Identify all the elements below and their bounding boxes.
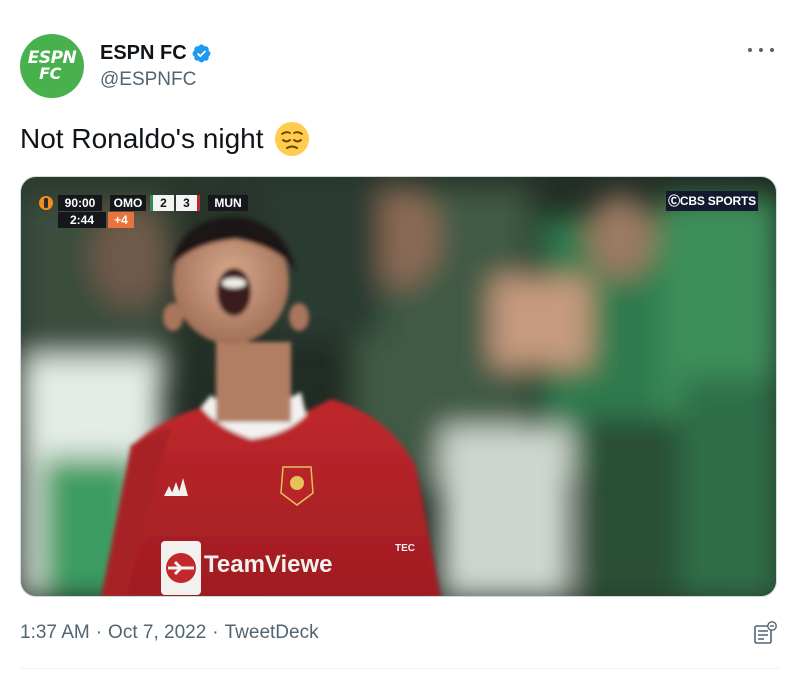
stoppage-clock: 2:44 [58, 212, 106, 228]
match-clock: 90:00 [58, 195, 102, 211]
away-team-code: MUN [208, 195, 248, 211]
more-dot-icon [770, 48, 774, 52]
tweet-source[interactable]: TweetDeck [225, 622, 319, 643]
avatar-text-fc: FC [39, 64, 61, 83]
more-dot-icon [748, 48, 752, 52]
away-score: 3 [176, 195, 200, 211]
pensive-face-emoji-icon [274, 122, 309, 156]
home-team-code: OMO [110, 195, 146, 211]
more-dot-icon [759, 48, 763, 52]
broadcaster-logo: ⒸCBS SPORTS [666, 191, 758, 211]
sleeve-text: TEC [395, 543, 415, 554]
author-avatar[interactable]: ESPN FC [20, 34, 84, 98]
author-display-name-row[interactable]: ESPN FC [100, 40, 212, 66]
competition-logo-icon [39, 196, 53, 210]
tweet-metadata: 1:37 AM · Oct 7, 2022 · TweetDeck [20, 622, 319, 644]
author-names: ESPN FC @ESPNFC [100, 40, 212, 91]
home-score: 2 [150, 195, 174, 211]
analytics-icon[interactable] [752, 620, 778, 646]
verified-badge-icon [192, 44, 211, 62]
tweet-text: Not Ronaldo's night [20, 121, 310, 157]
separator: · [212, 622, 219, 643]
author-handle[interactable]: @ESPNFC [100, 69, 212, 91]
separator: · [95, 622, 103, 643]
tweet-time[interactable]: 1:37 AM [20, 622, 90, 643]
tweet-date[interactable]: Oct 7, 2022 [108, 622, 206, 643]
tweet-header: ESPN FC ESPN FC @ESPNFC [20, 34, 780, 100]
author-display-name[interactable]: ESPN FC [100, 42, 187, 65]
tweet-text-content: Not Ronaldo's night [20, 123, 264, 154]
ronaldo-broadcast-still: TeamViewe TEC [21, 177, 776, 596]
crest-center [290, 476, 304, 490]
tweet-media-image[interactable]: TeamViewe TEC [20, 176, 777, 597]
bottom-divider [20, 668, 780, 669]
sponsor-text: TeamViewe [204, 551, 333, 578]
added-time: +4 [108, 212, 134, 228]
more-options-button[interactable] [748, 42, 774, 58]
